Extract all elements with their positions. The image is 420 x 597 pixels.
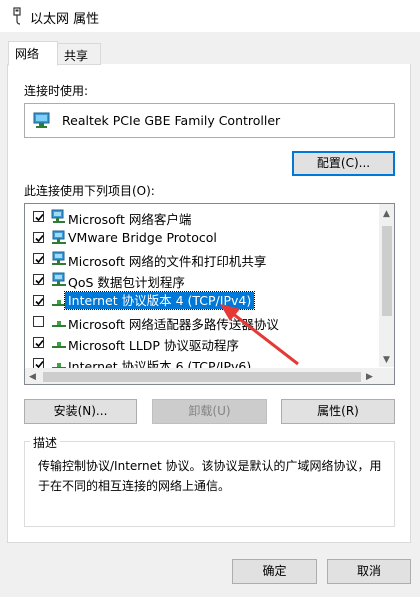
cancel-button[interactable]: 取消 [327,559,411,584]
title-bar: 以太网 属性 [0,0,420,32]
network-client-icon [51,209,65,223]
properties-button[interactable]: 属性(R) [281,399,395,424]
item-checkbox[interactable] [33,316,44,327]
network-service-icon [52,251,66,265]
scroll-right-icon[interactable]: ▶ [366,372,373,382]
install-button[interactable]: 安装(N)... [24,399,137,424]
tab-sharing[interactable]: 共享 [57,43,101,65]
scroll-left-icon[interactable]: ◀ [29,372,36,382]
items-label: 此连接使用下列项目(O): [24,184,155,198]
item-checkbox[interactable] [33,232,44,243]
ethernet-port-icon [13,7,21,25]
tab-sharing-label: 共享 [64,49,89,63]
item-checkbox[interactable] [33,295,44,306]
description-caption: 描述 [30,434,61,451]
tab-network[interactable]: 网络 [8,41,58,66]
configure-button[interactable]: 配置(C)... [292,151,395,176]
list-item[interactable]: Internet 协议版本 4 (TCP/IPv4) [25,290,377,311]
item-checkbox[interactable] [33,337,44,348]
window-title: 以太网 属性 [30,12,100,27]
network-service-icon [52,272,66,286]
adapter-box: Realtek PCIe GBE Family Controller [24,103,395,138]
network-adapter-icon [33,112,50,128]
scroll-down-icon[interactable]: ▼ [383,355,390,365]
connect-using-label: 连接时使用: [24,84,89,98]
item-checkbox[interactable] [33,211,44,222]
annotation-arrow-icon [220,304,299,366]
scroll-up-icon[interactable]: ▲ [383,209,390,219]
list-item[interactable]: Microsoft 网络适配器多路传送器协议 [25,311,377,332]
list-item[interactable]: Microsoft 网络客户端 [25,206,377,227]
uninstall-button[interactable]: 卸载(U) [152,399,267,424]
list-item[interactable]: VMware Bridge Protocol [25,227,377,248]
list-item[interactable]: Microsoft 网络的文件和打印机共享 [25,248,377,269]
adapter-name: Realtek PCIe GBE Family Controller [62,113,281,128]
horizontal-scroll-thumb[interactable] [43,372,361,382]
protocol-icon [52,342,66,348]
item-label: Microsoft 网络客户端 [68,212,192,227]
list-item[interactable]: QoS 数据包计划程序 [25,269,377,290]
ok-button[interactable]: 确定 [232,559,317,584]
protocol-icon [52,321,66,327]
item-label: VMware Bridge Protocol [68,230,217,245]
item-checkbox[interactable] [33,274,44,285]
tab-network-label: 网络 [15,47,40,61]
list-item[interactable]: Microsoft LLDP 协议驱动程序 [25,332,377,353]
network-service-icon [52,230,66,244]
item-label: QoS 数据包计划程序 [68,275,185,290]
description-text: 传输控制协议/Internet 协议。该协议是默认的广域网络协议，用于在不同的相… [38,459,382,493]
vertical-scroll-thumb[interactable] [382,226,392,316]
item-label: Microsoft 网络的文件和打印机共享 [68,254,267,269]
item-checkbox[interactable] [33,253,44,264]
